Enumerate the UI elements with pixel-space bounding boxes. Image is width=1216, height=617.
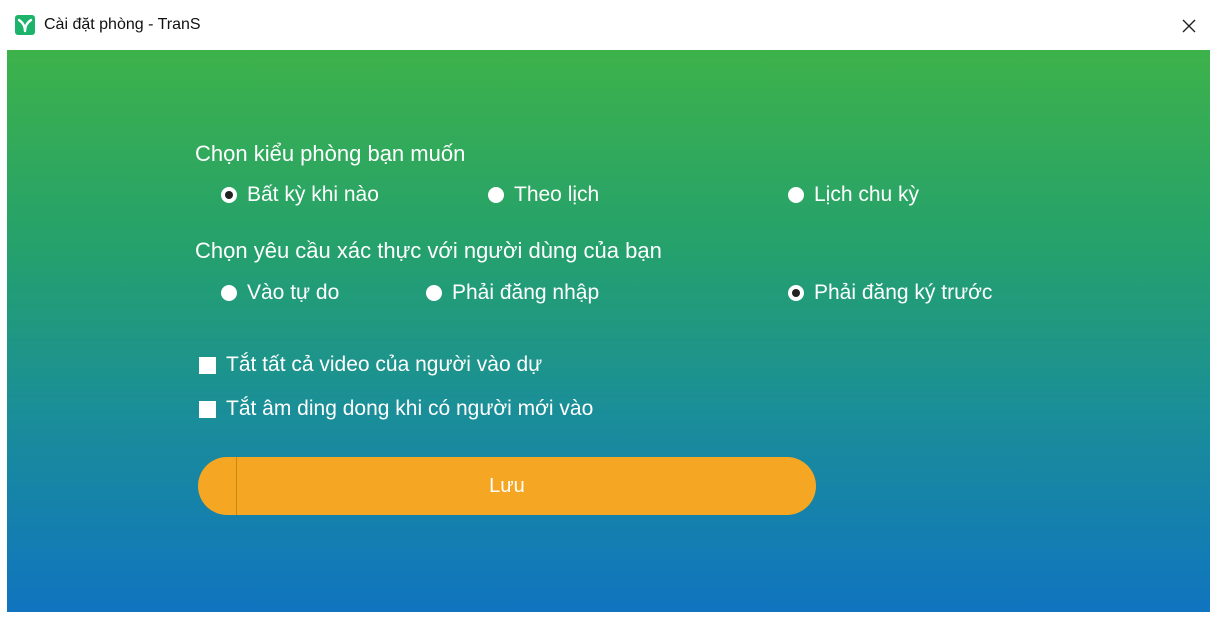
radio-indicator (426, 285, 442, 301)
radio-indicator (221, 187, 237, 203)
radio-label: Bất kỳ khi nào (247, 183, 379, 206)
checkbox-disable-video[interactable]: Tắt tất cả video của người vào dự (199, 352, 542, 378)
radio-free-entry[interactable]: Vào tự do (221, 280, 339, 306)
settings-panel (7, 50, 1210, 612)
button-divider (236, 457, 237, 515)
title-bar: Cài đặt phòng - TranS (0, 0, 1216, 50)
app-logo-icon (15, 15, 35, 35)
radio-recurring[interactable]: Lịch chu kỳ (788, 182, 919, 208)
radio-scheduled[interactable]: Theo lịch (488, 182, 599, 208)
radio-indicator (788, 285, 804, 301)
radio-label: Lịch chu kỳ (814, 183, 920, 206)
bottom-edge (0, 612, 1216, 617)
radio-indicator (221, 285, 237, 301)
save-button-label: Lưu (489, 474, 525, 497)
radio-must-login[interactable]: Phải đăng nhập (426, 280, 599, 306)
radio-label: Phải đăng ký trước (814, 281, 993, 304)
radio-label: Phải đăng nhập (452, 281, 600, 304)
checkbox-box (199, 356, 216, 374)
radio-must-register[interactable]: Phải đăng ký trước (788, 280, 992, 306)
radio-indicator (788, 187, 804, 203)
radio-label: Vào tự do (247, 281, 340, 304)
radio-indicator (488, 187, 504, 203)
auth-label: Chọn yêu cầu xác thực với người dùng của… (195, 238, 662, 263)
checkbox-mute-ding[interactable]: Tắt âm ding dong khi có người mới vào (199, 396, 593, 422)
save-button[interactable]: Lưu (198, 457, 816, 515)
close-button[interactable] (1172, 10, 1206, 42)
checkbox-box (199, 400, 216, 418)
close-icon (1182, 19, 1196, 33)
radio-any-time[interactable]: Bất kỳ khi nào (221, 182, 379, 208)
radio-label: Theo lịch (514, 183, 600, 206)
window-title: Cài đặt phòng - TranS (44, 16, 201, 33)
room-type-label: Chọn kiểu phòng bạn muốn (195, 141, 466, 166)
checkbox-label: Tắt âm ding dong khi có người mới vào (226, 397, 594, 420)
checkbox-label: Tắt tất cả video của người vào dự (226, 353, 543, 376)
